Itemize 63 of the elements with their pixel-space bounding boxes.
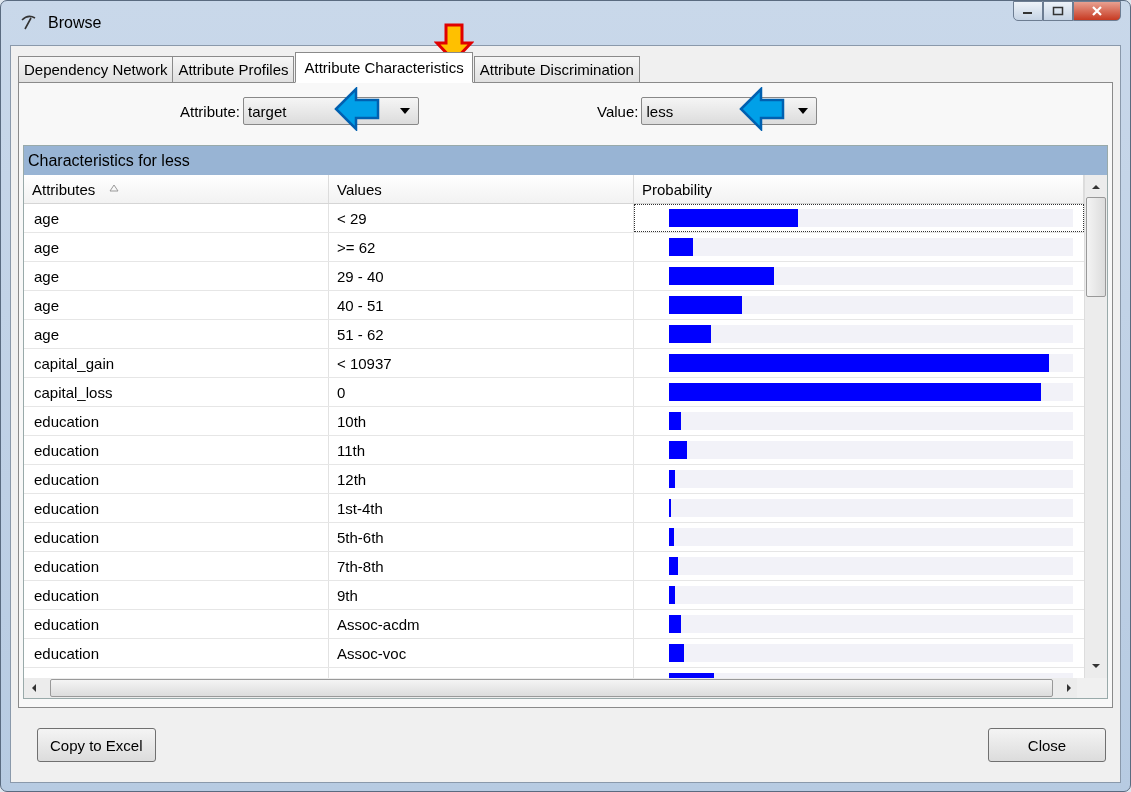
table-cell: education: [24, 494, 329, 522]
table-cell: < 29: [329, 204, 634, 232]
table-cell: education: [24, 581, 329, 609]
left-arrow-icon[interactable]: [30, 683, 38, 693]
table-cell: 7th-8th: [329, 552, 634, 580]
scroll-thumb[interactable]: [50, 679, 1053, 697]
field-label: Attribute:: [180, 102, 241, 120]
pickaxe-icon: [20, 14, 38, 32]
table-cell: 10th: [329, 407, 634, 435]
caret-icon: [798, 108, 809, 114]
scroll-thumb[interactable]: [1086, 197, 1106, 297]
maximize-button[interactable]: [1043, 1, 1073, 21]
table-cell: 29 - 40: [329, 262, 634, 290]
right-arrow-icon[interactable]: [1065, 683, 1073, 693]
table-cell: 51 - 62: [329, 320, 634, 348]
tab[interactable]: Attribute Characteristics: [295, 52, 473, 83]
close-button[interactable]: [1073, 1, 1121, 21]
maximize-icon: [1052, 6, 1064, 16]
column-header[interactable]: Attributes: [24, 175, 329, 203]
table-cell: capital_gain: [24, 349, 329, 377]
table-cell: education: [24, 407, 329, 435]
up-arrow-icon[interactable]: [1091, 183, 1101, 191]
window-title: Browse: [48, 14, 102, 32]
vertical-scrollbar[interactable]: [1084, 175, 1107, 678]
column-header[interactable]: Values: [329, 175, 634, 203]
tab[interactable]: Dependency Network: [18, 56, 174, 83]
down-arrow-icon[interactable]: [1091, 662, 1101, 670]
table-cell: education: [24, 639, 329, 667]
caret-icon: [400, 108, 411, 114]
dialog-button[interactable]: Close: [988, 728, 1106, 762]
table-cell: 11th: [329, 436, 634, 464]
minimize-button[interactable]: [1013, 1, 1043, 21]
table-cell: < 10937: [329, 349, 634, 377]
table-cell: age: [24, 320, 329, 348]
table-cell: 0: [329, 378, 634, 406]
table-cell: age: [24, 204, 329, 232]
tab[interactable]: Attribute Discrimination: [473, 56, 640, 83]
table-cell: age: [24, 291, 329, 319]
table-cell: 5th-6th: [329, 523, 634, 551]
table-cell: 12th: [329, 465, 634, 493]
left-arrow-icon: [739, 87, 785, 131]
table-cell: Assoc-voc: [329, 639, 634, 667]
left-arrow-icon: [334, 87, 380, 131]
table-cell: education: [24, 610, 329, 638]
table-cell: 9th: [329, 581, 634, 609]
table-cell: capital_loss: [24, 378, 329, 406]
table-cell: 40 - 51: [329, 291, 634, 319]
horizontal-scrollbar[interactable]: [24, 678, 1107, 698]
table-cell: 1st-4th: [329, 494, 634, 522]
table-cell: education: [24, 465, 329, 493]
table-cell: >= 62: [329, 233, 634, 261]
close-icon: [1091, 6, 1103, 16]
table-cell: education: [24, 523, 329, 551]
field-label: Value:: [597, 102, 639, 120]
table-cell: age: [24, 262, 329, 290]
table-cell: Assoc-acdm: [329, 610, 634, 638]
panel-header: Characteristics for less: [24, 146, 1107, 175]
table-cell: age: [24, 233, 329, 261]
table-cell: education: [24, 436, 329, 464]
tab[interactable]: Attribute Profiles: [172, 56, 295, 83]
table-cell: education: [24, 552, 329, 580]
dialog-button[interactable]: Copy to Excel: [37, 728, 156, 762]
scrollbar-corner: [1077, 678, 1107, 698]
